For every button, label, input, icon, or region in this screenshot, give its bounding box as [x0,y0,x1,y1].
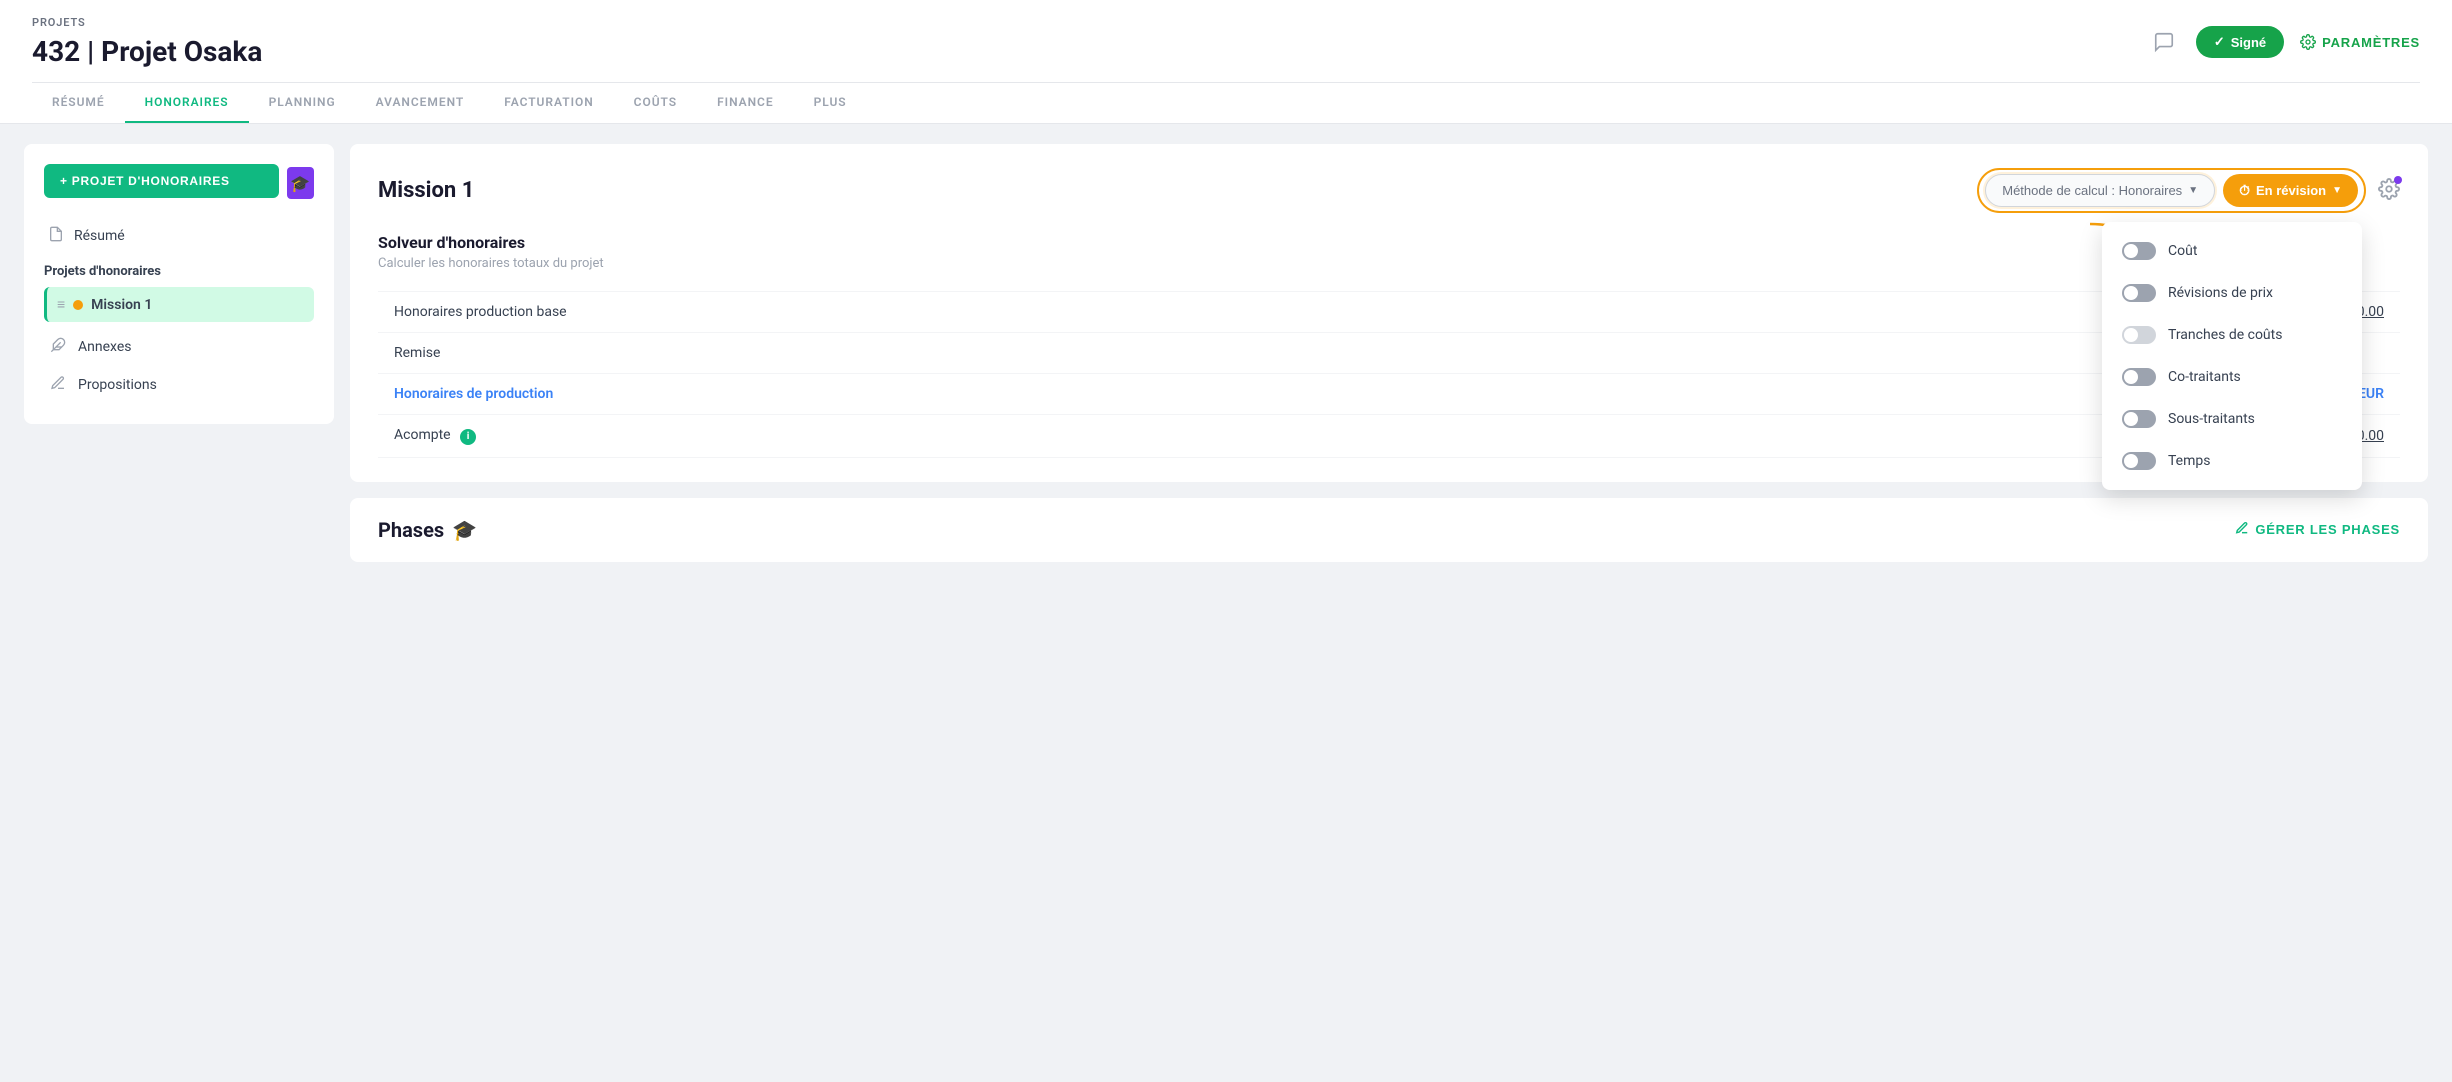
tab-plus[interactable]: PLUS [794,83,867,123]
chevron-down-icon-revision: ▼ [2332,185,2342,196]
sidebar-item-mission1[interactable]: ≡ Mission 1 [44,287,314,322]
pencil-icon-gerer [2235,521,2249,538]
row-label-link[interactable]: Honoraires de production [378,374,1604,415]
pencil-icon [48,375,68,395]
table-row: Remise [378,333,2400,374]
dropdown-item-cout[interactable]: Coût [2102,230,2362,272]
sidebar: + PROJET D'HONORAIRES 🎓 Résumé Projets d… [24,144,334,424]
row-label: Acompte i [378,415,1604,458]
sidebar-item-annexes[interactable]: Annexes [44,328,314,366]
dropdown-item-tranches[interactable]: Tranches de coûts [2102,314,2362,356]
add-project-button[interactable]: + PROJET D'HONORAIRES [44,164,279,198]
mission-card: Mission 1 Méthode de calcul : Honoraires… [350,144,2428,482]
sidebar-btn-row: + PROJET D'HONORAIRES 🎓 [44,164,314,202]
toggle-revisions[interactable] [2122,284,2156,302]
solveur-subtitle: Calculer les honoraires totaux du projet [378,256,2400,271]
breadcrumb: PROJETS [32,16,262,29]
params-button[interactable]: PARAMÈTRES [2300,34,2420,50]
dropdown-item-cotraitants[interactable]: Co-traitants [2102,356,2362,398]
page-header: PROJETS 432 | Projet Osaka ✓ Signé PARAM… [0,0,2452,124]
tab-couts[interactable]: COÛTS [614,83,697,123]
nav-tabs: RÉSUMÉ HONORAIRES PLANNING AVANCEMENT FA… [32,82,2420,123]
phases-header: Phases 🎓 GÉRER LES PHASES [378,518,2400,542]
main-layout: + PROJET D'HONORAIRES 🎓 Résumé Projets d… [0,124,2452,1046]
signed-button[interactable]: ✓ Signé [2196,26,2284,58]
dropdown-item-soustraitants[interactable]: Sous-traitants [2102,398,2362,440]
gear-icon [2300,34,2316,50]
table-row: Acompte i 0.00 [378,415,2400,458]
chevron-down-icon: ▼ [2188,185,2198,196]
check-icon: ✓ [2214,34,2225,50]
mission-header: Mission 1 Méthode de calcul : Honoraires… [378,168,2400,213]
row-label: Remise [378,333,1604,374]
en-revision-button[interactable]: ⏱ En révision ▼ [2223,174,2358,207]
drag-handle-icon: ≡ [57,296,65,313]
tab-finance[interactable]: FINANCE [697,83,793,123]
tab-avancement[interactable]: AVANCEMENT [356,83,485,123]
toggle-soustraitants[interactable] [2122,410,2156,428]
tab-planning[interactable]: PLANNING [249,83,356,123]
tab-resume[interactable]: RÉSUMÉ [32,83,125,123]
content-area: Mission 1 Méthode de calcul : Honoraires… [350,144,2428,1026]
graduation-hat-icon[interactable]: 🎓 [287,167,314,199]
info-icon[interactable]: i [460,429,476,445]
tab-honoraires[interactable]: HONORAIRES [125,83,249,123]
document-icon [48,226,64,246]
solveur-section: Solveur d'honoraires Calculer les honora… [378,233,2400,271]
toggle-temps[interactable] [2122,452,2156,470]
purple-notification-dot [2394,176,2402,184]
toggle-cout[interactable] [2122,242,2156,260]
dropdown-menu: Coût Révisions de prix Tranches de coûts [2102,222,2362,490]
mission-title: Mission 1 [378,178,474,203]
table-row: Honoraires de production 200 000.00 EUR [378,374,2400,415]
header-actions: ✓ Signé PARAMÈTRES [2148,26,2420,58]
table-row: Honoraires production base 200 000.00 [378,292,2400,333]
mission-controls: Méthode de calcul : Honoraires ▼ ⏱ En ré… [1977,168,2400,213]
methode-calcul-button[interactable]: Méthode de calcul : Honoraires ▼ [1985,174,2215,207]
highlight-box: Méthode de calcul : Honoraires ▼ ⏱ En ré… [1977,168,2366,213]
clock-icon: ⏱ [2239,182,2250,199]
page-title: 432 | Projet Osaka [32,35,262,68]
phases-title: Phases [378,518,444,542]
dropdown-item-revisions[interactable]: Révisions de prix [2102,272,2362,314]
toggle-cotraitants[interactable] [2122,368,2156,386]
row-label: Honoraires production base [378,292,1604,333]
honoraires-table: Honoraires production base 200 000.00 Re… [378,291,2400,458]
gerer-phases-button[interactable]: GÉRER LES PHASES [2235,521,2400,538]
solveur-title: Solveur d'honoraires [378,233,2400,252]
phases-title-row: Phases 🎓 [378,518,477,542]
title-section: PROJETS 432 | Projet Osaka [32,16,262,68]
sidebar-item-resume[interactable]: Résumé [44,218,314,254]
phases-hat-icon: 🎓 [452,518,477,542]
phases-card: Phases 🎓 GÉRER LES PHASES [350,498,2428,562]
tab-facturation[interactable]: FACTURATION [484,83,613,123]
puzzle-icon [48,337,68,357]
mission-settings-button[interactable] [2378,178,2400,204]
title-row: PROJETS 432 | Projet Osaka ✓ Signé PARAM… [32,16,2420,82]
mission-status-dot [73,300,83,310]
chat-icon[interactable] [2148,26,2180,58]
toggle-tranches[interactable] [2122,326,2156,344]
dropdown-item-temps[interactable]: Temps [2102,440,2362,482]
sidebar-projects-title: Projets d'honoraires [44,264,314,279]
sidebar-item-propositions[interactable]: Propositions [44,366,314,404]
